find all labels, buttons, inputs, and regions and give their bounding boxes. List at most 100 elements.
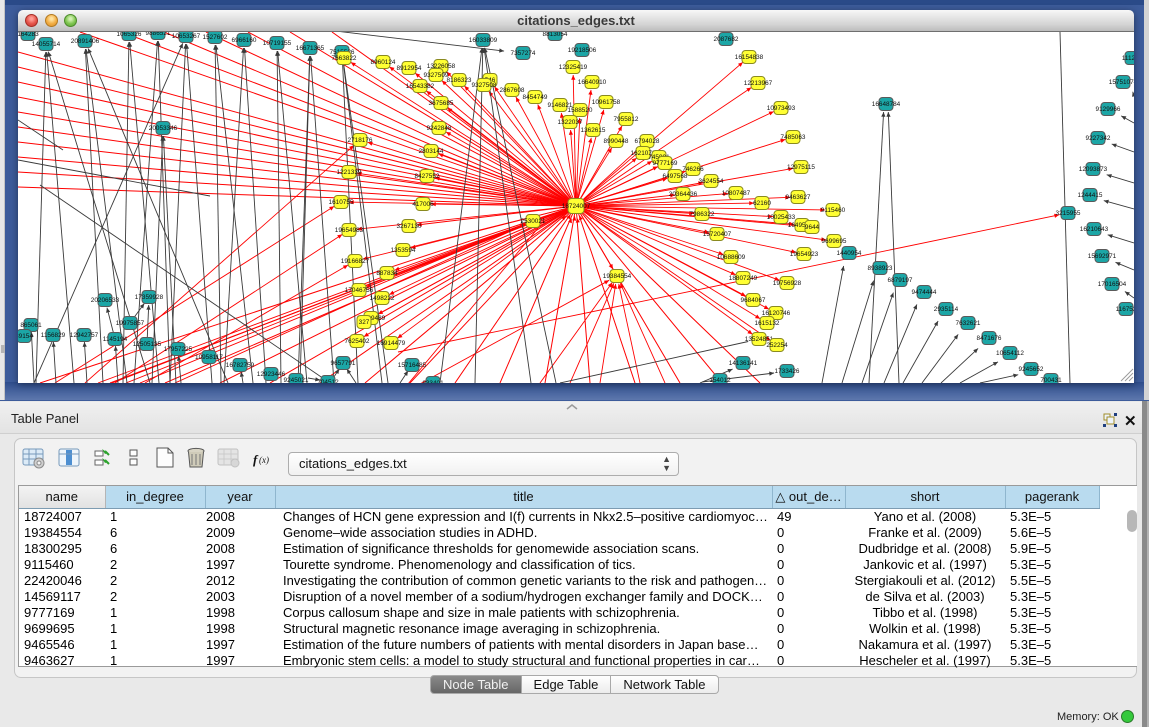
svg-text:9644: 9644 xyxy=(805,224,820,231)
svg-text:12325419: 12325419 xyxy=(559,64,588,71)
svg-text:1733426: 1733426 xyxy=(775,368,800,375)
svg-text:16782759: 16782759 xyxy=(226,362,255,369)
svg-text:1065326: 1065326 xyxy=(117,32,142,38)
svg-text:62160: 62160 xyxy=(753,200,771,207)
svg-text:16120746: 16120746 xyxy=(762,310,791,317)
svg-text:9227342: 9227342 xyxy=(1086,135,1111,142)
svg-text:16033809: 16033809 xyxy=(469,37,498,44)
svg-text:2935114: 2935114 xyxy=(934,306,959,313)
svg-text:3624554: 3624554 xyxy=(699,178,724,185)
svg-text:1362615: 1362615 xyxy=(581,127,606,134)
svg-text:1322037: 1322037 xyxy=(558,119,583,126)
svg-text:111201: 111201 xyxy=(1122,55,1134,62)
svg-text:17046756: 17046756 xyxy=(345,287,374,294)
svg-text:9129966: 9129966 xyxy=(1096,106,1121,113)
svg-text:18807249: 18807249 xyxy=(729,275,758,282)
svg-text:833401: 833401 xyxy=(422,380,444,383)
svg-text:6794028: 6794028 xyxy=(635,138,660,145)
svg-text:12093873: 12093873 xyxy=(1079,166,1108,173)
svg-text:2530021: 2530021 xyxy=(521,218,546,225)
svg-text:16671365: 16671365 xyxy=(296,45,325,52)
svg-text:2718176: 2718176 xyxy=(348,137,373,144)
svg-text:1440954: 1440954 xyxy=(837,250,862,257)
svg-text:8427552: 8427552 xyxy=(415,173,440,180)
svg-text:19975857: 19975857 xyxy=(116,320,145,327)
svg-text:3675685: 3675685 xyxy=(429,100,454,107)
svg-text:10958117: 10958117 xyxy=(195,354,223,361)
svg-text:9245652: 9245652 xyxy=(1019,366,1044,373)
svg-text:10973493: 10973493 xyxy=(767,105,796,112)
svg-text:19166827: 19166827 xyxy=(341,258,370,265)
svg-text:1244415: 1244415 xyxy=(1078,192,1103,199)
svg-text:252254: 252254 xyxy=(766,342,788,349)
svg-text:154012: 154012 xyxy=(709,377,731,383)
svg-text:7485063: 7485063 xyxy=(781,134,806,141)
svg-text:1615132: 1615132 xyxy=(755,320,780,327)
svg-text:19654983: 19654983 xyxy=(335,227,364,234)
svg-text:10961758: 10961758 xyxy=(592,99,621,106)
svg-text:887834: 887834 xyxy=(376,270,398,277)
svg-text:6497568: 6497568 xyxy=(663,173,688,180)
svg-text:8813054: 8813054 xyxy=(543,32,568,38)
svg-text:8990448: 8990448 xyxy=(604,138,629,145)
svg-text:8454749: 8454749 xyxy=(523,94,548,101)
svg-text:19756928: 19756928 xyxy=(773,280,802,287)
svg-text:9684067: 9684067 xyxy=(741,297,766,304)
svg-text:18724007: 18724007 xyxy=(562,203,591,210)
svg-text:8912954: 8912954 xyxy=(397,65,422,72)
svg-text:10653267: 10653267 xyxy=(172,33,201,40)
svg-text:16543382: 16543382 xyxy=(406,83,435,90)
svg-text:10654112: 10654112 xyxy=(996,350,1024,357)
svg-text:704512: 704512 xyxy=(317,379,339,383)
svg-text:15692971: 15692971 xyxy=(1088,253,1117,260)
svg-text:3267130: 3267130 xyxy=(397,223,422,230)
svg-text:6966160: 6966160 xyxy=(232,37,257,44)
svg-text:10719155: 10719155 xyxy=(263,40,292,47)
svg-text:700431: 700431 xyxy=(1040,377,1062,383)
svg-text:3215955: 3215955 xyxy=(1056,210,1081,217)
svg-text:12505135: 12505135 xyxy=(133,341,162,348)
svg-text:9115460: 9115460 xyxy=(821,207,846,214)
svg-text:9327508: 9327508 xyxy=(472,82,497,89)
svg-text:8186323: 8186323 xyxy=(447,77,472,84)
svg-text:7632621: 7632621 xyxy=(956,320,981,327)
svg-text:17359928: 17359928 xyxy=(135,294,164,301)
svg-text:6879197: 6879197 xyxy=(888,277,913,284)
svg-text:417006: 417006 xyxy=(412,201,434,208)
svg-text:8938923: 8938923 xyxy=(868,265,893,272)
svg-text:164283: 164283 xyxy=(18,32,39,38)
svg-text:1610755: 1610755 xyxy=(329,199,354,206)
svg-text:865061: 865061 xyxy=(20,322,42,329)
svg-text:39154: 39154 xyxy=(18,333,33,340)
svg-text:17957225: 17957225 xyxy=(164,346,193,353)
svg-text:10807487: 10807487 xyxy=(722,190,751,197)
svg-text:9245021: 9245021 xyxy=(284,377,309,383)
svg-text:20891406: 20891406 xyxy=(71,38,100,45)
svg-text:20206533: 20206533 xyxy=(91,297,120,304)
svg-text:19218506: 19218506 xyxy=(568,47,597,54)
svg-text:16154838: 16154838 xyxy=(735,54,764,61)
svg-text:9242848: 9242848 xyxy=(427,125,452,132)
svg-text:12975115: 12975115 xyxy=(787,164,815,171)
svg-text:116753: 116753 xyxy=(1116,306,1134,313)
svg-text:7955812: 7955812 xyxy=(614,116,639,123)
svg-text:2087682: 2087682 xyxy=(714,36,739,43)
svg-text:8960124: 8960124 xyxy=(371,59,396,66)
svg-text:1221339: 1221339 xyxy=(337,169,362,176)
svg-text:9777169: 9777169 xyxy=(653,160,678,167)
svg-text:1156829: 1156829 xyxy=(41,332,66,339)
svg-text:1527602: 1527602 xyxy=(203,34,228,41)
svg-text:16640910: 16640910 xyxy=(578,79,607,86)
svg-text:9886521: 9886521 xyxy=(146,32,171,37)
svg-text:10025433: 10025433 xyxy=(767,214,796,221)
svg-text:15716485: 15716485 xyxy=(398,362,427,369)
svg-text:19384554: 19384554 xyxy=(603,273,632,280)
svg-text:9463627: 9463627 xyxy=(786,194,811,201)
svg-text:20053346: 20053346 xyxy=(149,125,178,132)
svg-text:8471676: 8471676 xyxy=(977,335,1002,342)
svg-text:17016504: 17016504 xyxy=(1098,281,1127,288)
svg-text:2867608: 2867608 xyxy=(500,87,525,94)
svg-text:7986322: 7986322 xyxy=(690,211,715,218)
svg-text:(x): (x) xyxy=(259,455,269,465)
svg-text:327: 327 xyxy=(359,319,370,326)
